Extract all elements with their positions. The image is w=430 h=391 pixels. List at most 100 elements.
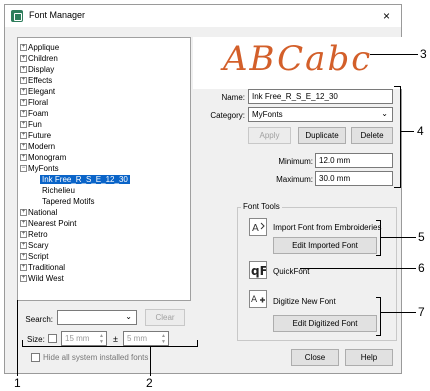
callout-bracket-4 bbox=[400, 86, 401, 188]
callout-bracket-2-left bbox=[22, 340, 23, 347]
font-manager-window: Font Manager × + Applique + Children + Disp… bbox=[4, 4, 403, 374]
tree-item-children[interactable]: + Children bbox=[20, 53, 58, 64]
close-icon[interactable]: × bbox=[383, 9, 390, 23]
size-stepper[interactable]: 15 mm ▲ ▼ bbox=[61, 331, 107, 346]
tree-item-applique[interactable]: + Applique bbox=[20, 42, 59, 53]
clear-button[interactable]: Clear bbox=[145, 309, 185, 326]
import-font-label: Import Font from Embroideries bbox=[273, 223, 382, 232]
font-tree[interactable]: + Applique + Children + Display + Effects + E… bbox=[17, 37, 191, 301]
callout-3: 3 bbox=[420, 47, 427, 61]
tree-item-elegant[interactable]: + Elegant bbox=[20, 86, 55, 97]
tree-item-monogram[interactable]: + Monogram bbox=[20, 152, 66, 163]
tree-item-scary[interactable]: + Scary bbox=[20, 240, 48, 251]
title-bar: Font Manager × bbox=[5, 5, 401, 27]
tree-item-effects[interactable]: + Effects bbox=[20, 75, 52, 86]
chevron-down-icon: ⌄ bbox=[381, 109, 388, 118]
tree-item-script[interactable]: + Script bbox=[20, 251, 48, 262]
search-input[interactable]: ⌄ bbox=[57, 310, 137, 325]
expand-icon[interactable]: + bbox=[20, 121, 27, 128]
close-button[interactable]: Close bbox=[291, 349, 339, 366]
callout-4: 4 bbox=[417, 124, 424, 138]
tree-item-future[interactable]: + Future bbox=[20, 130, 51, 141]
tree-item-myfonts[interactable]: − MyFonts bbox=[20, 163, 59, 174]
expand-icon[interactable]: + bbox=[20, 264, 27, 271]
tree-subitem[interactable]: Richelieu bbox=[42, 185, 75, 196]
tree-item-retro[interactable]: + Retro bbox=[20, 229, 48, 240]
expand-icon[interactable]: + bbox=[20, 88, 27, 95]
callout-1: 1 bbox=[14, 376, 21, 390]
expand-icon[interactable]: + bbox=[20, 242, 27, 249]
font-preview: ABCabc bbox=[193, 37, 403, 89]
callout-line-6 bbox=[300, 268, 416, 269]
callout-bracket-2-right bbox=[197, 340, 198, 347]
hide-system-fonts-checkbox[interactable] bbox=[31, 353, 40, 362]
expand-icon[interactable]: + bbox=[20, 110, 27, 117]
window-title: Font Manager bbox=[29, 10, 86, 20]
tree-item-nearest-point[interactable]: + Nearest Point bbox=[20, 218, 76, 229]
minimum-field[interactable]: 12.0 mm bbox=[315, 153, 393, 168]
tree-subitem-selected[interactable]: Ink Free_R_S_E_12_30 bbox=[40, 174, 130, 185]
tree-item-wild-west[interactable]: + Wild West bbox=[20, 273, 64, 284]
callout-5: 5 bbox=[418, 230, 425, 244]
expand-icon[interactable]: + bbox=[20, 66, 27, 73]
tree-item-foam[interactable]: + Foam bbox=[20, 108, 48, 119]
callout-6: 6 bbox=[418, 261, 425, 275]
size-checkbox[interactable] bbox=[48, 334, 57, 343]
expand-icon[interactable]: + bbox=[20, 77, 27, 84]
expand-icon[interactable]: + bbox=[20, 132, 27, 139]
tree-item-national[interactable]: + National bbox=[20, 207, 57, 218]
tree-item-display[interactable]: + Display bbox=[20, 64, 54, 75]
maximum-label: Maximum: bbox=[276, 175, 313, 184]
delete-button[interactable]: Delete bbox=[351, 127, 393, 144]
quickfont-icon[interactable]: qF bbox=[249, 261, 268, 279]
category-label: Category: bbox=[210, 111, 245, 120]
callout-bracket-7-top bbox=[376, 297, 381, 298]
callout-line-1 bbox=[17, 300, 18, 376]
callout-bracket-7-bottom bbox=[376, 335, 381, 336]
expand-icon[interactable]: + bbox=[20, 220, 27, 227]
maximum-field[interactable]: 30.0 mm bbox=[315, 171, 393, 186]
import-font-icon[interactable]: A bbox=[249, 218, 267, 236]
edit-digitized-font-button[interactable]: Edit Digitized Font bbox=[273, 315, 377, 332]
expand-icon[interactable]: + bbox=[20, 253, 27, 260]
spin-arrows-icon[interactable]: ▲ ▼ bbox=[161, 333, 166, 345]
expand-icon[interactable]: + bbox=[20, 209, 27, 216]
expand-icon[interactable]: + bbox=[20, 143, 27, 150]
tree-item-modern[interactable]: + Modern bbox=[20, 141, 55, 152]
callout-bracket-2 bbox=[22, 346, 198, 347]
expand-icon[interactable]: + bbox=[20, 154, 27, 161]
tree-item-floral[interactable]: + Floral bbox=[20, 97, 48, 108]
name-label: Name: bbox=[221, 93, 245, 102]
expand-icon[interactable]: + bbox=[20, 231, 27, 238]
collapse-icon[interactable]: − bbox=[20, 165, 27, 172]
expand-icon[interactable]: + bbox=[20, 99, 27, 106]
callout-line-4 bbox=[400, 131, 414, 132]
digitize-font-label: Digitize New Font bbox=[273, 297, 336, 306]
spin-arrows-icon[interactable]: ▲ ▼ bbox=[99, 333, 104, 345]
callout-line-3 bbox=[370, 54, 418, 55]
duplicate-button[interactable]: Duplicate bbox=[298, 127, 346, 144]
font-tools-title: Font Tools bbox=[241, 202, 282, 211]
tree-subitem[interactable]: Tapered Motifs bbox=[42, 196, 94, 207]
svg-text:A: A bbox=[251, 295, 258, 305]
callout-bracket-4-top bbox=[394, 86, 401, 87]
apply-button[interactable]: Apply bbox=[248, 127, 291, 144]
edit-imported-font-button[interactable]: Edit Imported Font bbox=[273, 237, 377, 254]
expand-icon[interactable]: + bbox=[20, 44, 27, 51]
callout-2: 2 bbox=[146, 376, 153, 390]
expand-icon[interactable]: + bbox=[20, 275, 27, 282]
callout-line-5 bbox=[380, 237, 416, 238]
expand-icon[interactable]: + bbox=[20, 55, 27, 62]
callout-7: 7 bbox=[418, 305, 425, 319]
callout-bracket-4-bottom bbox=[394, 187, 401, 188]
svg-text:A: A bbox=[252, 223, 259, 234]
help-button[interactable]: Help bbox=[345, 349, 393, 366]
minimum-label: Minimum: bbox=[278, 157, 313, 166]
name-field[interactable]: Ink Free_R_S_E_12_30 bbox=[248, 89, 393, 104]
tolerance-stepper[interactable]: 5 mm ▲ ▼ bbox=[123, 331, 169, 346]
digitize-font-icon[interactable]: A bbox=[249, 290, 267, 308]
chevron-down-icon: ⌄ bbox=[125, 312, 132, 321]
category-select[interactable]: MyFonts ⌄ bbox=[248, 107, 393, 122]
tree-item-traditional[interactable]: + Traditional bbox=[20, 262, 65, 273]
tree-item-fun[interactable]: + Fun bbox=[20, 119, 42, 130]
